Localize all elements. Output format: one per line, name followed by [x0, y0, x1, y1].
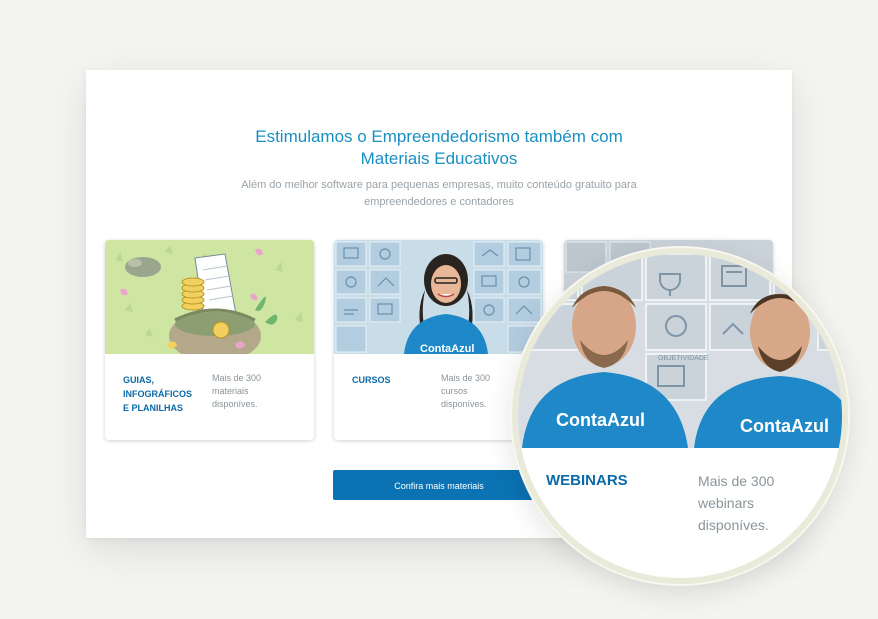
- shirt-logo-webinars-1: ContaAzul: [556, 410, 645, 430]
- webinars-desc-line: disponíves.: [698, 517, 769, 533]
- guias-illustration: [105, 240, 314, 354]
- card-guias[interactable]: GUIAS, INFOGRÁFICOS E PLANILHAS Mais de …: [105, 240, 314, 440]
- card-title-line: INFOGRÁFICOS: [123, 389, 192, 399]
- card-desc-line: Mais de 300: [212, 373, 262, 383]
- headline-line-1: Estimulamos o Empreendedorismo também co…: [255, 127, 623, 146]
- subline-line-1: Além do melhor software para pequenas em…: [241, 179, 637, 191]
- shirt-logo-cursos: ContaAzul: [420, 343, 474, 354]
- section-subline: Além do melhor software para pequenas em…: [86, 177, 792, 211]
- card-title-line: CURSOS: [352, 375, 391, 385]
- card-title-line: E PLANILHAS: [123, 403, 184, 413]
- webinars-photo: OBJETIVIDADE ContaAzul ContaAzul: [518, 254, 842, 448]
- webinars-magnifier[interactable]: OBJETIVIDADE ContaAzul ContaAzul WEBINAR…: [512, 248, 848, 584]
- card-desc-line: materiais: [212, 386, 249, 396]
- page: Estimulamos o Empreendedorismo também co…: [0, 0, 878, 619]
- shirt-logo-webinars-2: ContaAzul: [740, 416, 829, 436]
- webinars-title: WEBINARS: [546, 472, 628, 489]
- subline-line-2: empreendedores e contadores: [364, 196, 514, 208]
- see-more-materials-button[interactable]: Confira mais materiais: [333, 470, 545, 500]
- cursos-photo: ContaAzul: [334, 240, 543, 354]
- card-desc-line: disponíves.: [212, 399, 258, 409]
- headline-line-2: Materiais Educativos: [360, 149, 518, 168]
- card-title-line: GUIAS,: [123, 375, 155, 385]
- card-description: Mais de 300 materiais disponíves.: [212, 372, 302, 411]
- webinars-description: Mais de 300 webinars disponíves.: [698, 470, 828, 536]
- card-title: GUIAS, INFOGRÁFICOS E PLANILHAS: [123, 373, 203, 415]
- card-title: CURSOS: [352, 373, 432, 387]
- section-headline: Estimulamos o Empreendedorismo também co…: [86, 126, 792, 170]
- webinars-desc-line: webinars: [698, 495, 755, 511]
- svg-text:OBJETIVIDADE: OBJETIVIDADE: [658, 355, 709, 362]
- webinars-desc-line: Mais de 300: [698, 473, 775, 489]
